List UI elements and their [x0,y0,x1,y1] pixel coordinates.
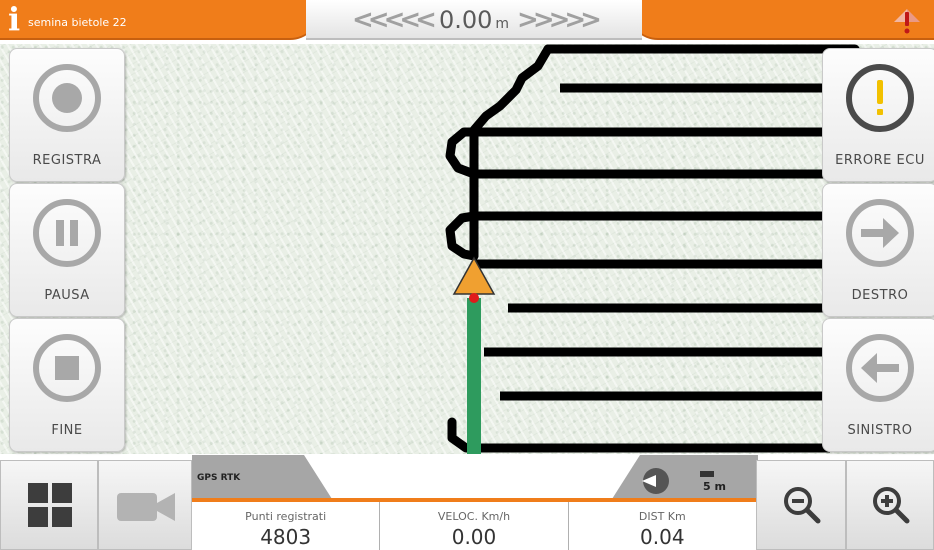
info-icon[interactable]: i [8,2,28,36]
right-button[interactable]: DESTRO [822,183,934,317]
status-bar: Punti registrati 4803 VELOC. Km/h 0.00 D… [192,498,756,550]
stop-label: FINE [51,423,83,438]
guidance-line [467,298,481,454]
gps-antenna-icon [469,293,479,303]
stat-speed-title: VELOC. Km/h [437,510,511,523]
arrow-left-icon [846,334,914,402]
zoom-out-icon [784,487,821,524]
camera-button[interactable] [98,460,192,550]
status-panel [628,0,934,38]
stat-points-value: 4803 [260,525,312,549]
zoom-in-icon [873,487,910,524]
pause-icon [33,199,101,267]
pause-label: PAUSA [44,288,90,303]
warning-icon [846,64,914,132]
stat-distance: DIST Km 0.04 [569,502,756,550]
left-label: SINISTRO [847,423,913,438]
map-scale-label: 5 m [703,480,726,493]
swath-lines [474,83,830,453]
stat-distance-value: 0.04 [640,525,685,549]
alarm-icon[interactable] [892,6,922,36]
pause-button[interactable]: PAUSA [9,183,125,317]
stop-icon [33,334,101,402]
offset-unit: m [495,16,510,32]
zoom-out-button[interactable] [756,460,846,550]
offset-value: 0.00 [438,6,493,34]
stat-speed: VELOC. Km/h 0.00 [380,502,569,550]
recorded-path [445,44,860,453]
stop-button[interactable]: FINE [9,318,125,452]
right-label: DESTRO [851,288,909,303]
stat-speed-value: 0.00 [451,525,497,549]
ecu-error-button[interactable]: ERRORE ECU [822,48,934,182]
camera-icon [117,493,175,521]
map-overlay [445,44,860,454]
stat-points: Punti registrati 4803 [192,502,381,550]
grid-icon [28,483,72,527]
layout-button[interactable] [0,460,98,550]
offset-indicator: <<<<< 0.00 m >>>>> [306,3,642,37]
stat-points-title: Punti registrati [245,510,327,523]
zoom-in-button[interactable] [846,460,934,550]
arrow-right-icon [846,199,914,267]
record-button[interactable]: REGISTRA [9,48,125,182]
record-label: REGISTRA [32,153,102,168]
job-name: semina bietole 22 [28,16,127,29]
left-button[interactable]: SINISTRO [822,318,934,452]
ecu-error-label: ERRORE ECU [835,153,925,168]
stat-distance-title: DIST Km [638,510,686,523]
left-chevrons-icon: <<<<< [352,5,437,35]
scale-tab [612,455,758,499]
right-chevrons-icon: >>>>> [517,5,602,35]
gps-mode-label: GPS RTK [197,473,241,483]
record-icon [33,64,101,132]
